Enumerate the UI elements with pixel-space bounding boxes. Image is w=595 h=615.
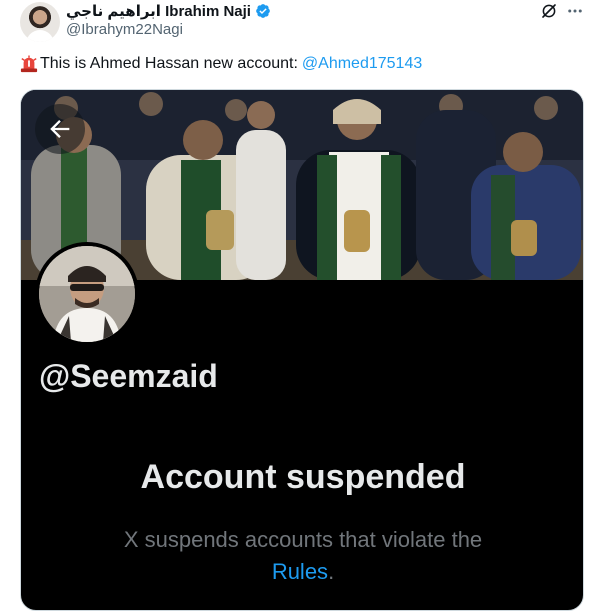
tweet-text-body: This is Ahmed Hassan new account: (40, 55, 298, 72)
author-handle[interactable]: @Ibrahym22Nagi (66, 21, 183, 38)
author-name-row[interactable]: ابراهيم ناجي Ibrahim Naji (66, 2, 271, 20)
profile-avatar[interactable] (35, 242, 139, 346)
more-options-icon[interactable] (566, 2, 584, 20)
mention-link[interactable]: @Ahmed175143 (302, 54, 422, 74)
author-display-name[interactable]: ابراهيم ناجي Ibrahim Naji (66, 2, 251, 20)
back-arrow-icon (50, 120, 70, 138)
suspended-description-text: X suspends accounts that violate the (123, 527, 483, 552)
rules-link[interactable]: Rules (272, 559, 328, 584)
suspended-profile-card[interactable]: @Seemzaid Account suspended X suspends a… (20, 89, 584, 611)
verified-badge-icon (256, 4, 270, 18)
author-avatar[interactable] (20, 2, 60, 42)
rules-line: Rules. (21, 556, 583, 588)
account-suspended-description: X suspends accounts that violate the Rul… (21, 524, 583, 588)
tweet-header: ابراهيم ناجي Ibrahim Naji @Ibrahym22Nagi (0, 0, 595, 48)
siren-icon (20, 55, 38, 73)
back-button[interactable] (35, 104, 85, 154)
suspended-profile-handle: @Seemzaid (39, 358, 218, 394)
grok-icon[interactable] (540, 2, 558, 20)
rules-period: . (328, 559, 335, 584)
account-suspended-title: Account suspended (140, 458, 466, 496)
profile-avatar-photo (39, 246, 135, 342)
tweet-text: This is Ahmed Hassan new account: @Ahmed… (20, 54, 422, 74)
